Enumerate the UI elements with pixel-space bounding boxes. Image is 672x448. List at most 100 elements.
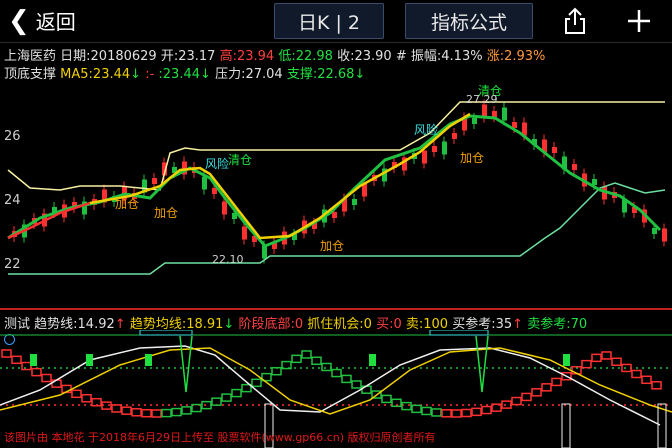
sub-step-box: [451, 409, 462, 418]
add-icon[interactable]: [624, 6, 654, 36]
candle-body: [662, 228, 667, 242]
price-label-22: 22: [4, 257, 21, 272]
sub-step-box: [331, 368, 342, 378]
sub-step-box: [201, 400, 212, 410]
quote-date: 日期:20180629: [60, 49, 157, 64]
candle-body: [242, 226, 247, 240]
sub-step-box: [411, 404, 422, 414]
candle-body: [332, 212, 337, 218]
sub-step-box: [381, 394, 392, 404]
quote-open: 开:23.17: [160, 49, 216, 64]
sub-step-box: [431, 408, 442, 417]
green-block-4: [369, 354, 376, 366]
candle-body: [492, 111, 497, 117]
sub-step-box: [341, 374, 352, 384]
sub-step-box: [271, 366, 282, 376]
clear-label-2: 清仓: [228, 153, 252, 167]
sub-step-box: [311, 356, 322, 366]
sub-step-box: [71, 389, 82, 399]
signal-green-v-1: [179, 335, 193, 393]
sub-step-box: [111, 404, 122, 413]
chevron-left-icon: ❮: [8, 5, 30, 36]
risk-label-1: 风险: [205, 156, 229, 171]
footer-watermark: 该图片由 本地花 于2018年6月29日上传至 股票软件(www.gp66.cn…: [4, 431, 436, 444]
candle-body: [152, 178, 157, 184]
white-bar-3: [657, 403, 667, 448]
sub-step-box: [41, 373, 52, 383]
add-label-1: 加仓: [460, 151, 484, 165]
sub-step-box: [621, 363, 632, 373]
sub-step-box: [631, 369, 642, 379]
sub-step-box: [291, 354, 302, 364]
sub-step-box: [471, 407, 482, 417]
back-button[interactable]: ❮ 返回: [8, 6, 76, 35]
back-label: 返回: [35, 10, 76, 34]
share-icon[interactable]: [560, 6, 590, 36]
sell-marker-1: [139, 330, 193, 336]
candle-body: [352, 199, 357, 205]
quote-close: 收:23.90: [337, 49, 392, 64]
price-label-24: 24: [4, 193, 21, 208]
quote-low: 低:22.98: [278, 49, 333, 64]
sub-step-box: [231, 388, 242, 398]
sub-step-box: [481, 405, 492, 415]
sub-step-box: [401, 401, 412, 411]
candle-body: [592, 179, 597, 185]
stock-name: 上海医药: [4, 49, 57, 64]
candle-body: [212, 188, 217, 194]
quote-high: 高:23.94: [219, 49, 275, 64]
sub-step-box: [81, 394, 92, 403]
price-label-26: 26: [4, 129, 21, 144]
kline-chart[interactable]: 26 24 22 清仓 27.29 清仓 风险 风险 加仓 加仓 加仓 加仓 2…: [0, 78, 672, 310]
green-block-2: [86, 354, 93, 366]
candle-body: [502, 107, 507, 121]
sub-step-box: [641, 375, 652, 385]
sub-step-box: [601, 351, 612, 360]
candle-body: [222, 201, 227, 215]
risk-label-2: 风险: [414, 122, 438, 137]
sub-step-box: [551, 377, 562, 387]
sub-step-box: [441, 409, 452, 418]
sub-step-box: [251, 378, 262, 388]
add-label-4: 加仓: [115, 197, 139, 211]
pressure-line: [7, 101, 665, 191]
sub-step-box: [541, 383, 552, 392]
sub-step-box: [461, 408, 472, 418]
sub-step-box: [531, 388, 542, 397]
low-price-label: 22.10: [212, 253, 244, 266]
top-bar: ❮ 返回 日K | 2 指标公式: [0, 0, 672, 43]
candle-body: [202, 176, 207, 190]
green-block-1: [30, 354, 37, 366]
candle-body: [432, 146, 437, 152]
sub-step-box: [171, 407, 182, 417]
sub-step-box: [131, 408, 142, 417]
quote-info-row: 上海医药 日期:20180629 开:23.17 高:23.94 低:22.98…: [4, 45, 545, 64]
formula-button[interactable]: 指标公式: [405, 3, 533, 39]
candle-body: [652, 228, 657, 234]
candle-body: [572, 164, 577, 170]
ma-yellow-line: [89, 112, 471, 240]
candle-body: [552, 147, 557, 153]
sub-step-box: [21, 361, 32, 371]
quote-change: 涨:2.93%: [486, 49, 546, 64]
add-label-3: 加仓: [320, 239, 344, 253]
sub-step-box: [581, 359, 592, 369]
white-bar-2: [561, 403, 571, 448]
sub-step-box: [181, 406, 192, 415]
sub-step-box: [141, 408, 152, 418]
sub-step-box: [611, 357, 622, 366]
green-block-5: [563, 354, 570, 366]
sub-step-box: [651, 381, 662, 390]
sub-step-box: [121, 406, 132, 415]
green-block-3: [145, 354, 152, 366]
period-button[interactable]: 日K | 2: [274, 3, 384, 39]
sub-step-box: [11, 355, 22, 365]
candle-body: [422, 150, 427, 164]
signal-green-v-2: [475, 335, 489, 393]
sub-step-box: [421, 406, 432, 416]
candle-body: [442, 141, 447, 155]
sub-step-box: [521, 392, 532, 402]
candle-body: [452, 133, 457, 139]
sub-step-box: [31, 367, 42, 377]
add-label-2: 加仓: [154, 206, 178, 220]
